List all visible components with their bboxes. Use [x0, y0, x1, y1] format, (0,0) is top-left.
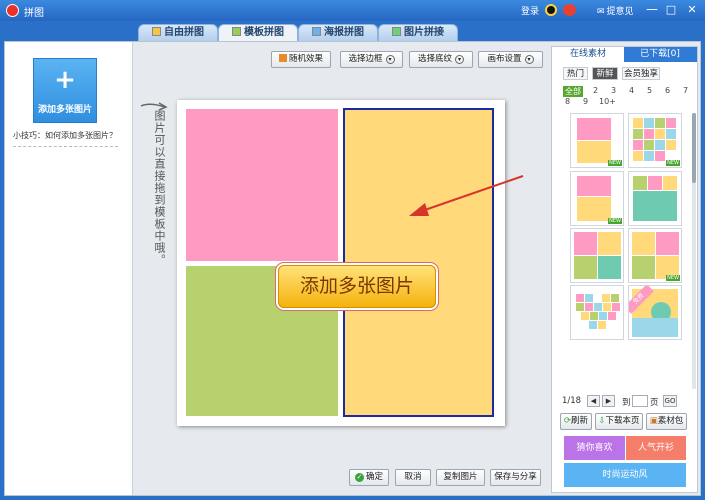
count-10plus[interactable]: 10+ — [599, 97, 616, 106]
save-share-button[interactable]: 保存与分享 — [490, 469, 541, 486]
filter-member[interactable]: 会员独享 — [622, 67, 660, 80]
maximize-button[interactable]: □ — [664, 2, 678, 17]
filter-hot[interactable]: 热门 — [563, 67, 588, 80]
mode-tabs: 自由拼图 模板拼图 海报拼图 图片拼接 — [0, 21, 705, 42]
template-collage-icon — [232, 27, 241, 36]
banner-popular[interactable]: 人气开衫 — [626, 436, 686, 460]
app-title: 拼图 — [24, 8, 44, 19]
app-logo-icon — [6, 4, 19, 17]
new-badge: NEW — [608, 218, 622, 224]
random-effect-button[interactable]: 随机效果 — [271, 51, 331, 68]
workspace: + 添加多张图片 小技巧：如何添加多张图片？ 随机效果 选择边框 ▾ 选择底纹 ▾ … — [4, 41, 701, 496]
refresh-button[interactable]: ⟳刷新 — [560, 413, 592, 430]
page-indicator: 1/18 — [562, 396, 582, 406]
template-thumbnail[interactable]: NEW — [628, 113, 682, 168]
tab-image-stitch[interactable]: 图片拼接 — [378, 24, 458, 41]
count-5[interactable]: 5 — [647, 86, 652, 95]
divider — [13, 146, 118, 147]
select-texture-dropdown[interactable]: 选择底纹 ▾ — [409, 51, 473, 68]
template-thumbnail[interactable]: NEW — [570, 113, 624, 168]
prev-page-button[interactable]: ◀ — [587, 395, 600, 407]
poster-collage-icon — [312, 27, 321, 36]
material-tabs: 在线素材 已下载[0] — [552, 47, 697, 62]
feedback-button[interactable]: 提意见 — [597, 4, 634, 17]
count-all[interactable]: 全部 — [563, 86, 583, 97]
pointer-arrow-icon — [409, 175, 524, 216]
template-thumbnail[interactable]: 免费 — [628, 285, 682, 340]
count-6[interactable]: 6 — [665, 86, 670, 95]
banner-guess-you-like[interactable]: 猜你喜欢 — [564, 436, 625, 460]
new-badge: NEW — [666, 160, 680, 166]
random-icon — [278, 54, 287, 62]
qq-icon[interactable] — [545, 4, 557, 16]
tip-link[interactable]: 小技巧：如何添加多张图片？ — [13, 130, 117, 141]
new-badge: NEW — [608, 160, 622, 166]
canvas-settings-dropdown[interactable]: 画布设置 ▾ — [478, 51, 543, 68]
template-thumbnail[interactable]: NEW — [570, 171, 624, 226]
tab-downloaded[interactable]: 已下载[0] — [624, 47, 696, 62]
add-images-button[interactable]: + 添加多张图片 — [33, 58, 97, 123]
chevron-down-icon: ▾ — [524, 55, 534, 64]
scrollbar-thumb[interactable] — [692, 113, 696, 183]
count-9[interactable]: 9 — [583, 97, 588, 106]
chevron-down-icon: ▾ — [455, 55, 464, 64]
chevron-down-icon: ▾ — [385, 55, 395, 64]
image-stitch-icon — [392, 27, 401, 36]
cancel-button[interactable]: 取消 — [395, 469, 431, 486]
go-button[interactable]: GO — [663, 395, 677, 407]
template-thumbnail[interactable] — [570, 228, 624, 283]
select-border-dropdown[interactable]: 选择边框 ▾ — [340, 51, 403, 68]
tab-online-materials[interactable]: 在线素材 — [552, 47, 624, 62]
new-badge: NEW — [666, 275, 680, 281]
copy-image-button[interactable]: 复制图片 — [436, 469, 485, 486]
count-3[interactable]: 3 — [611, 86, 616, 95]
package-icon: ▣ — [649, 416, 658, 426]
download-icon: ⇩ — [598, 416, 606, 426]
download-page-button[interactable]: ⇩下载本页 — [595, 413, 643, 430]
template-slot-yellow[interactable] — [343, 108, 494, 417]
drag-hint-text: 图片可以直接拖到模板中哦。 — [153, 110, 166, 266]
add-images-callout[interactable]: 添加多张图片 — [278, 265, 436, 308]
close-button[interactable]: ✕ — [684, 2, 700, 17]
template-thumbnail[interactable] — [570, 285, 624, 340]
next-page-button[interactable]: ▶ — [602, 395, 615, 407]
left-panel: + 添加多张图片 小技巧：如何添加多张图片？ — [5, 42, 133, 495]
title-bar: 拼图 登录 提意见 — □ ✕ — [0, 0, 705, 21]
template-slot-pink[interactable] — [186, 109, 338, 261]
count-2[interactable]: 2 — [593, 86, 598, 95]
count-7[interactable]: 7 — [683, 86, 688, 95]
material-panel: 在线素材 已下载[0] 热门 新鲜 会员独享 全部 2 3 4 5 6 7 8 … — [551, 46, 698, 493]
weibo-icon[interactable] — [563, 4, 576, 16]
confirm-button[interactable]: ✓ 确定 — [349, 469, 389, 486]
free-collage-icon — [152, 27, 161, 36]
filter-new[interactable]: 新鲜 — [592, 67, 618, 80]
count-4[interactable]: 4 — [629, 86, 634, 95]
tab-template-collage[interactable]: 模板拼图 — [218, 24, 298, 42]
template-thumbnail[interactable] — [628, 171, 682, 226]
minimize-button[interactable]: — — [645, 2, 659, 17]
tab-poster-collage[interactable]: 海报拼图 — [298, 24, 378, 41]
add-images-label: 添加多张图片 — [37, 105, 92, 115]
check-icon: ✓ — [354, 473, 364, 482]
tab-free-collage[interactable]: 自由拼图 — [138, 24, 218, 41]
page-number-input[interactable] — [632, 395, 648, 407]
count-8[interactable]: 8 — [565, 97, 570, 106]
plus-icon: + — [54, 65, 76, 95]
banner-sport-style[interactable]: 时尚运动风 — [564, 463, 686, 487]
template-thumbnail[interactable]: NEW — [628, 228, 682, 283]
material-pack-button[interactable]: ▣素材包 — [646, 413, 687, 430]
collage-canvas[interactable] — [177, 100, 505, 426]
thumbnail-scrollbar[interactable] — [692, 113, 696, 389]
refresh-icon: ⟳ — [563, 416, 572, 426]
login-link[interactable]: 登录 — [521, 4, 539, 17]
